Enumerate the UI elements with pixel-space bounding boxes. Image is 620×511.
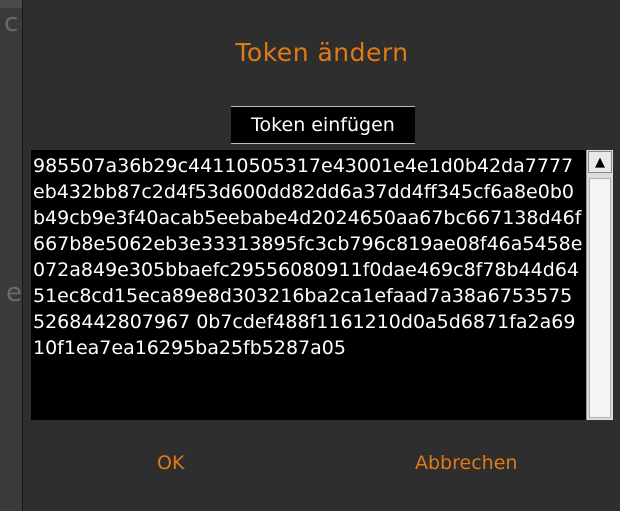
scrollbar-thumb[interactable] xyxy=(589,178,611,418)
cancel-button[interactable]: Abbrechen xyxy=(415,452,517,474)
background-text-fragment: e xyxy=(6,278,22,308)
scroll-up-button[interactable]: ▲ xyxy=(588,151,612,173)
vertical-scrollbar[interactable]: ▲ xyxy=(586,150,613,420)
change-token-dialog: Token ändern Token einfügen 985507a36b29… xyxy=(22,0,620,511)
dialog-title: Token ändern xyxy=(235,38,409,67)
ok-button[interactable]: OK xyxy=(157,452,184,474)
arrow-up-icon: ▲ xyxy=(595,154,605,170)
background-text-fragment: c xyxy=(4,8,19,38)
tab-paste-token[interactable]: Token einfügen xyxy=(231,106,415,144)
token-text[interactable]: 985507a36b29c44110505317e43001e4e1d0b42d… xyxy=(33,153,583,361)
token-textarea[interactable]: 985507a36b29c44110505317e43001e4e1d0b42d… xyxy=(31,150,613,420)
